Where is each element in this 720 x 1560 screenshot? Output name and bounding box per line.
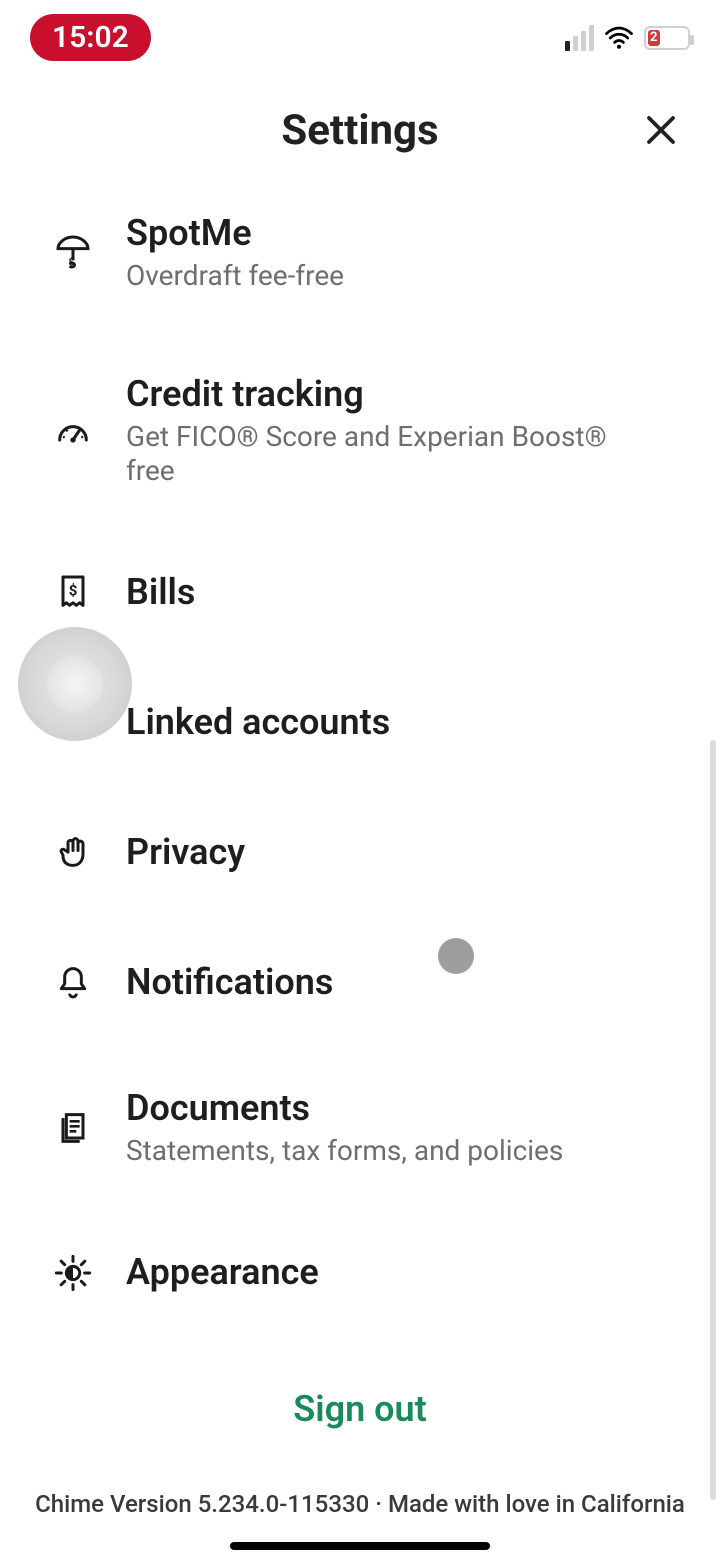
chevron-right-icon — [650, 1113, 680, 1143]
settings-item-notifications[interactable]: Notifications — [0, 917, 720, 1047]
status-time: 15:02 — [30, 14, 151, 61]
settings-item-credit[interactable]: Credit tracking Get FICO® Score and Expe… — [0, 333, 720, 527]
receipt-dollar-icon — [48, 567, 98, 617]
settings-screen: 15:02 2 Settings SpotMe — [0, 0, 720, 1560]
status-indicators: 2 — [565, 23, 690, 53]
scroll-indicator — [710, 740, 716, 1500]
document-icon — [48, 1103, 98, 1153]
status-bar: 15:02 2 — [0, 0, 720, 75]
home-indicator — [230, 1542, 490, 1550]
item-text: Documents Statements, tax forms, and pol… — [126, 1087, 650, 1168]
wifi-icon — [604, 23, 634, 53]
bell-icon — [48, 957, 98, 1007]
close-button[interactable] — [637, 106, 685, 154]
item-subtitle: Get FICO® Score and Experian Boost® free — [126, 420, 650, 487]
item-subtitle: Statements, tax forms, and policies — [126, 1134, 650, 1168]
item-text: Privacy — [126, 831, 650, 874]
bank-icon — [48, 697, 98, 747]
item-title: Privacy — [126, 831, 650, 874]
item-subtitle: Overdraft fee-free — [126, 259, 650, 293]
touch-indicator-dot — [438, 938, 474, 974]
item-title: Documents — [126, 1087, 650, 1130]
page-title: Settings — [281, 106, 438, 155]
gauge-icon — [48, 405, 98, 455]
item-text: Bills — [126, 571, 650, 614]
chevron-right-icon — [650, 967, 680, 997]
item-text: Appearance — [126, 1251, 650, 1294]
settings-item-spotme[interactable]: SpotMe Overdraft fee-free — [0, 172, 720, 333]
settings-item-linked[interactable]: Linked accounts — [0, 657, 720, 787]
settings-item-privacy[interactable]: Privacy — [0, 787, 720, 917]
item-title: Notifications — [126, 961, 650, 1004]
chevron-right-icon — [650, 415, 680, 445]
chevron-right-icon — [650, 237, 680, 267]
battery-text: 2 — [650, 31, 657, 44]
item-title: Linked accounts — [126, 701, 650, 744]
chevron-right-icon — [650, 707, 680, 737]
item-text: Linked accounts — [126, 701, 650, 744]
sign-out-row: Sign out — [0, 1338, 720, 1470]
item-title: Bills — [126, 571, 650, 614]
settings-item-bills[interactable]: Bills — [0, 527, 720, 657]
chevron-right-icon — [650, 577, 680, 607]
item-text: Credit tracking Get FICO® Score and Expe… — [126, 373, 650, 487]
sign-out-button[interactable]: Sign out — [293, 1388, 426, 1430]
chevron-right-icon — [650, 837, 680, 867]
item-title: Appearance — [126, 1251, 650, 1294]
chevron-right-icon — [650, 1258, 680, 1288]
close-icon — [643, 112, 679, 148]
page-header: Settings — [0, 90, 720, 170]
cell-signal-icon — [565, 25, 594, 51]
hand-icon — [48, 827, 98, 877]
item-title: Credit tracking — [126, 373, 650, 416]
umbrella-dollar-icon — [48, 227, 98, 277]
settings-list: SpotMe Overdraft fee-free Credit trackin… — [0, 172, 720, 1560]
item-title: SpotMe — [126, 212, 650, 255]
item-text: SpotMe Overdraft fee-free — [126, 212, 650, 293]
settings-item-appearance[interactable]: Appearance — [0, 1208, 720, 1338]
brightness-icon — [48, 1248, 98, 1298]
settings-item-documents[interactable]: Documents Statements, tax forms, and pol… — [0, 1047, 720, 1208]
item-text: Notifications — [126, 961, 650, 1004]
battery-icon: 2 — [644, 26, 690, 50]
